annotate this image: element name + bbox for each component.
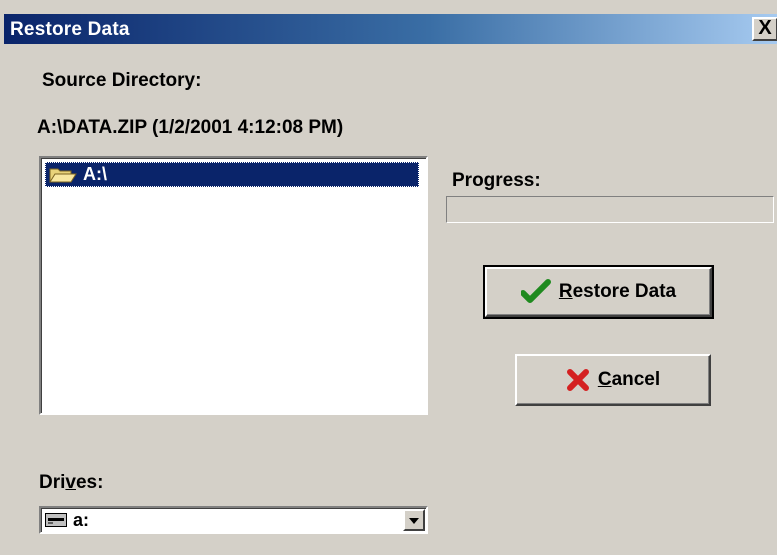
source-directory-label: Source Directory: [42,70,202,91]
window-title: Restore Data [10,19,130,40]
drives-dropdown-button[interactable] [403,509,425,531]
progress-label: Progress: [452,170,541,191]
title-bar[interactable]: Restore Data X [4,14,777,44]
close-button[interactable]: X [752,17,777,41]
cancel-button-label: Cancel [597,369,661,390]
directory-listbox[interactable]: A:\ [39,156,428,415]
list-item-label: A:\ [83,164,107,184]
checkmark-icon [520,279,551,305]
restore-data-button[interactable]: Restore Data [483,265,714,319]
drives-label: Drives: [39,472,104,493]
open-folder-icon [49,166,77,191]
drives-selected-value: a: [73,510,90,530]
source-path-text: A:\DATA.ZIP (1/2/2001 4:12:08 PM) [37,117,344,138]
chevron-down-icon [409,511,419,529]
close-icon: X [758,17,772,39]
x-mark-icon [566,368,590,392]
restore-data-dialog: Restore Data X Source Directory: A:\DATA… [0,0,777,555]
drives-combobox[interactable]: a: [39,506,428,534]
restore-data-button-label: Restore Data [558,281,677,302]
cancel-button[interactable]: Cancel [515,354,711,406]
floppy-drive-icon [45,513,67,532]
list-item[interactable]: A:\ [45,162,419,187]
progress-bar [446,196,774,223]
